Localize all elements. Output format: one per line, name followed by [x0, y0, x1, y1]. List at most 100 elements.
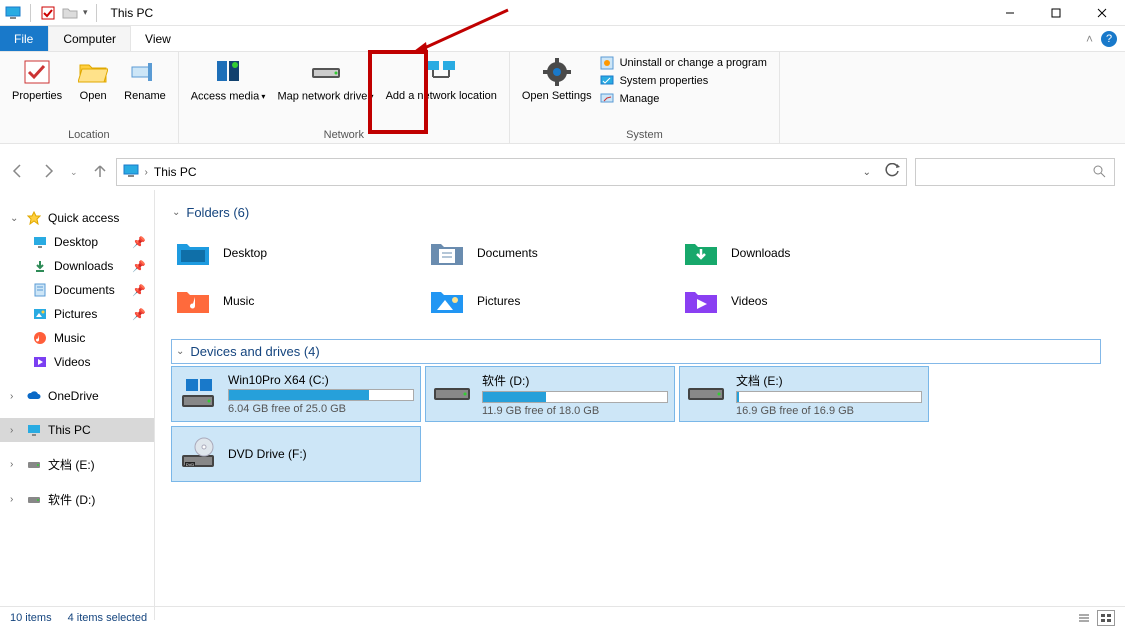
breadcrumb-separator[interactable]: ›: [145, 167, 148, 178]
folder-videos[interactable]: Videos: [679, 277, 929, 325]
sidebar-item-music[interactable]: Music: [0, 326, 154, 350]
os-drive-icon: [178, 376, 218, 412]
folder-music[interactable]: Music: [171, 277, 421, 325]
open-button[interactable]: Open: [68, 54, 118, 103]
chevron-down-icon: ⌄: [172, 207, 180, 218]
drive-f-dvd[interactable]: DVD DVD Drive (F:): [171, 426, 421, 482]
videos-icon: [32, 354, 48, 370]
breadcrumb-this-pc[interactable]: This PC: [154, 165, 197, 179]
help-icon[interactable]: ?: [1101, 31, 1117, 47]
add-network-location-button[interactable]: Add a network location: [380, 54, 503, 103]
documents-folder-icon: [429, 235, 465, 271]
sidebar-this-pc[interactable]: › This PC: [0, 418, 154, 442]
maximize-button[interactable]: [1033, 0, 1079, 26]
open-folder-icon: [77, 56, 109, 88]
onedrive-icon: [26, 388, 42, 404]
minimize-button[interactable]: [987, 0, 1033, 26]
collapse-ribbon-icon[interactable]: ˄: [1086, 32, 1093, 46]
address-dropdown-icon[interactable]: ⌄: [863, 167, 871, 178]
folder-documents[interactable]: Documents: [425, 229, 675, 277]
desktop-folder-icon: [175, 235, 211, 271]
view-details-button[interactable]: [1075, 610, 1093, 626]
chevron-right-icon[interactable]: ›: [10, 494, 20, 505]
sidebar-drive-d[interactable]: › 软件 (D:): [0, 487, 154, 512]
sidebar-item-pictures[interactable]: Pictures📌: [0, 302, 154, 326]
map-network-drive-button[interactable]: Map network drive ▾: [271, 54, 379, 103]
view-large-icons-button[interactable]: [1097, 610, 1115, 626]
sidebar-quick-access[interactable]: ⌄ Quick access: [0, 206, 154, 230]
chevron-right-icon[interactable]: ›: [10, 425, 20, 436]
sidebar-onedrive[interactable]: › OneDrive: [0, 384, 154, 408]
close-button[interactable]: [1079, 0, 1125, 26]
drive-icon: [26, 492, 42, 508]
drive-d[interactable]: 软件 (D:) 11.9 GB free of 18.0 GB: [425, 366, 675, 422]
recent-locations-button[interactable]: ⌄: [70, 167, 78, 178]
manage-button[interactable]: Manage: [600, 92, 767, 106]
tab-computer[interactable]: Computer: [48, 26, 131, 51]
documents-icon: [32, 282, 48, 298]
search-input[interactable]: [915, 158, 1115, 186]
up-button[interactable]: [92, 163, 108, 182]
desktop-icon: [32, 234, 48, 250]
dvd-drive-icon: DVD: [178, 436, 218, 472]
pin-icon: 📌: [132, 236, 146, 249]
window-title: This PC: [111, 6, 154, 20]
hdd-icon: [432, 376, 472, 412]
properties-icon: [21, 56, 53, 88]
forward-button[interactable]: [40, 163, 56, 182]
chevron-right-icon[interactable]: ›: [10, 391, 20, 402]
chevron-down-icon[interactable]: ⌄: [10, 213, 20, 224]
qat-overflow-icon[interactable]: ▾: [83, 7, 88, 18]
access-media-button[interactable]: Access media ▾: [185, 54, 272, 103]
music-folder-icon: [175, 283, 211, 319]
pin-icon: 📌: [132, 260, 146, 273]
rename-icon: [129, 56, 161, 88]
open-settings-button[interactable]: Open Settings: [516, 54, 598, 103]
pictures-icon: [32, 306, 48, 322]
pin-icon: 📌: [132, 308, 146, 321]
sidebar: ⌄ Quick access Desktop📌 Downloads📌 Docum…: [0, 190, 155, 620]
music-icon: [32, 330, 48, 346]
ribbon-group-network: Access media ▾ Map network drive ▾ Add a…: [179, 52, 510, 143]
folder-desktop[interactable]: Desktop: [171, 229, 421, 277]
content-pane: ⌄ Folders (6) Desktop Documents Download…: [155, 190, 1125, 620]
media-server-icon: [212, 56, 244, 88]
rename-button[interactable]: Rename: [118, 54, 172, 103]
ribbon: Properties Open Rename Location Access m…: [0, 52, 1125, 144]
ribbon-group-system: Open Settings Uninstall or change a prog…: [510, 52, 780, 143]
tab-view[interactable]: View: [131, 26, 186, 51]
section-folders[interactable]: ⌄ Folders (6): [171, 200, 1101, 225]
uninstall-program-button[interactable]: Uninstall or change a program: [600, 56, 767, 70]
back-button[interactable]: [10, 163, 26, 182]
qat-folder-icon[interactable]: [61, 4, 79, 22]
drive-e[interactable]: 文档 (E:) 16.9 GB free of 16.9 GB: [679, 366, 929, 422]
this-pc-icon: [123, 164, 139, 181]
sidebar-drive-e[interactable]: › 文档 (E:): [0, 452, 154, 477]
downloads-icon: [32, 258, 48, 274]
section-devices[interactable]: ⌄ Devices and drives (4): [171, 339, 1101, 364]
ribbon-group-location: Properties Open Rename Location: [0, 52, 179, 143]
titlebar: ▾ This PC: [0, 0, 1125, 26]
refresh-button[interactable]: [885, 163, 900, 181]
navbar: ⌄ › This PC ⌄: [0, 154, 1125, 190]
qat-properties-icon[interactable]: [39, 4, 57, 22]
sidebar-item-downloads[interactable]: Downloads📌: [0, 254, 154, 278]
drive-icon: [26, 457, 42, 473]
drive-usage-bar: [482, 391, 668, 403]
address-bar[interactable]: › This PC ⌄: [116, 158, 907, 186]
sidebar-item-videos[interactable]: Videos: [0, 350, 154, 374]
search-icon: [1092, 164, 1106, 181]
svg-text:DVD: DVD: [186, 462, 195, 467]
sidebar-item-documents[interactable]: Documents📌: [0, 278, 154, 302]
statusbar: 10 items 4 items selected: [0, 606, 1125, 628]
drive-c[interactable]: Win10Pro X64 (C:) 6.04 GB free of 25.0 G…: [171, 366, 421, 422]
system-properties-button[interactable]: System properties: [600, 74, 767, 88]
folder-downloads[interactable]: Downloads: [679, 229, 929, 277]
chevron-right-icon[interactable]: ›: [10, 459, 20, 470]
folder-pictures[interactable]: Pictures: [425, 277, 675, 325]
tab-file[interactable]: File: [0, 26, 48, 51]
downloads-folder-icon: [683, 235, 719, 271]
sidebar-item-desktop[interactable]: Desktop📌: [0, 230, 154, 254]
properties-button[interactable]: Properties: [6, 54, 68, 103]
chevron-down-icon: ⌄: [176, 346, 184, 357]
